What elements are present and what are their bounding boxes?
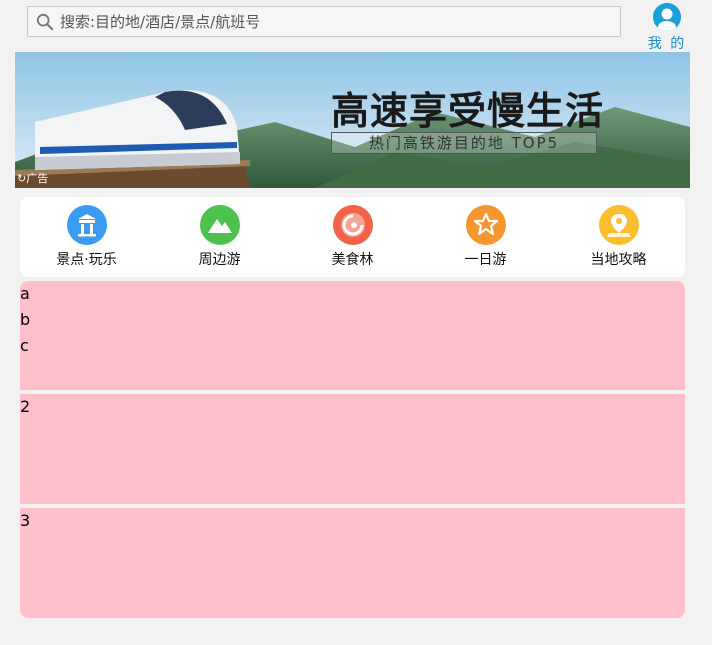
header: 搜索:目的地/酒店/景点/航班号 我 的 xyxy=(15,0,690,52)
block-text: 3 xyxy=(20,511,31,530)
block-line: a xyxy=(20,284,30,303)
user-label: 我 的 xyxy=(647,36,687,52)
ad-icon: ↻ xyxy=(17,172,27,185)
food-icon xyxy=(332,205,373,245)
user-button[interactable]: 我 的 xyxy=(644,3,690,53)
pavilion-icon xyxy=(66,205,107,245)
nav-item-nearby[interactable]: 周边游 xyxy=(165,205,275,269)
banner-title: 高速享受慢生活 xyxy=(331,88,605,133)
mountain-icon xyxy=(199,205,240,245)
search-placeholder: 搜索:目的地/酒店/景点/航班号 xyxy=(60,13,261,31)
content-block-1: a b c xyxy=(20,281,685,390)
nav-item-food[interactable]: 美食林 xyxy=(298,205,408,269)
banner-subtitle: 热门高铁游目的地 TOP5 xyxy=(331,132,597,154)
block-line: b xyxy=(20,310,31,329)
content-block-3: 3 xyxy=(20,508,685,618)
app: 搜索:目的地/酒店/景点/航班号 我 的 高速享受慢生活 热门高铁游目的地 TO… xyxy=(15,0,690,618)
nav-item-local-guide[interactable]: 当地攻略 xyxy=(564,205,674,269)
block-line: c xyxy=(20,336,29,355)
ad-badge: ↻广告 xyxy=(17,170,48,186)
nav-label: 一日游 xyxy=(464,252,507,268)
content-blocks: a b c 2 3 xyxy=(20,281,685,618)
category-nav: 景点·玩乐 周边游 美食林 一日游 当地攻略 xyxy=(20,197,685,277)
nav-item-attractions[interactable]: 景点·玩乐 xyxy=(32,205,142,269)
block-text: 2 xyxy=(20,397,31,416)
search-icon xyxy=(36,13,54,30)
ad-banner[interactable]: 高速享受慢生活 热门高铁游目的地 TOP5 ↻广告 xyxy=(15,52,690,188)
ad-label: 广告 xyxy=(26,172,49,185)
nav-label: 景点·玩乐 xyxy=(56,252,117,268)
content-block-2: 2 xyxy=(20,394,685,504)
map-pin-icon xyxy=(598,205,639,245)
avatar-icon xyxy=(653,3,681,31)
nav-label: 美食林 xyxy=(331,252,374,268)
nav-label: 周边游 xyxy=(198,252,241,268)
search-input[interactable]: 搜索:目的地/酒店/景点/航班号 xyxy=(27,6,621,37)
nav-label: 当地攻略 xyxy=(590,252,647,268)
nav-item-day-tour[interactable]: 一日游 xyxy=(431,205,541,269)
star-badge-icon xyxy=(465,205,506,245)
